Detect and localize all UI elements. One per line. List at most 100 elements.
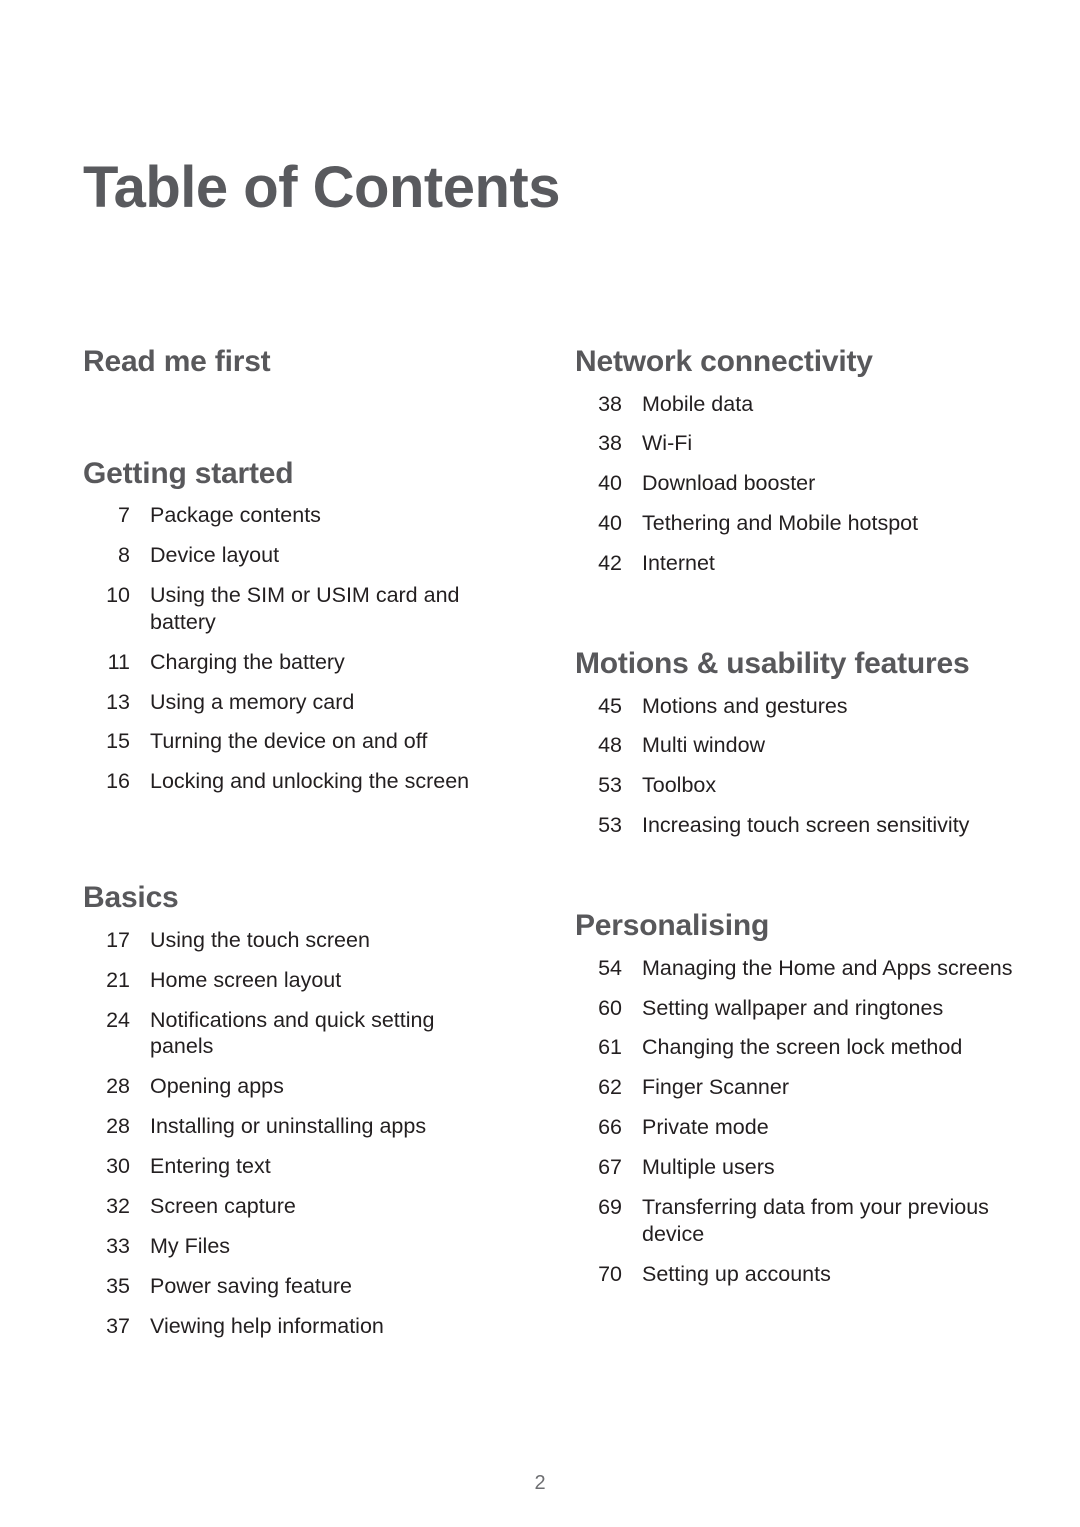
section-heading-motions-usability-features[interactable]: Motions & usability features: [575, 577, 1040, 681]
toc-entry-title: Locking and unlocking the screen: [150, 769, 470, 794]
toc-entry-page: 38: [598, 391, 622, 416]
toc-entry[interactable]: 33 My Files: [83, 1233, 490, 1260]
toc-entry[interactable]: 69 Transferring data from your previous …: [575, 1194, 1040, 1248]
toc-entry[interactable]: 37 Viewing help information: [83, 1313, 490, 1340]
toc-entry-page: 40: [598, 511, 622, 536]
toc-entry-title: Multi window: [642, 733, 766, 758]
toc-entry[interactable]: 15 Turning the device on and off: [83, 728, 490, 755]
toc-entry-page: 45: [598, 693, 622, 718]
toc-entry[interactable]: 7 Package contents: [83, 502, 490, 529]
toc-entry-title: Finger Scanner: [642, 1075, 789, 1100]
toc-entry[interactable]: 28 Opening apps: [83, 1073, 490, 1100]
toc-entry-page: 62: [598, 1075, 622, 1100]
toc-entry-page: 8: [118, 543, 130, 568]
toc-entry-list-getting-started: 7 Package contents 8 Device layout 10 Us…: [83, 490, 490, 795]
toc-entry-page: 7: [118, 503, 130, 528]
toc-entry[interactable]: 40 Tethering and Mobile hotspot: [575, 510, 1040, 537]
toc-entry-page: 60: [598, 995, 622, 1020]
toc-entry-title: Multiple users: [642, 1155, 775, 1180]
document-page: Table of Contents Read me first Getting …: [0, 0, 1080, 1527]
toc-entry[interactable]: 53 Increasing touch screen sensitivity: [575, 812, 1040, 839]
toc-entry[interactable]: 32 Screen capture: [83, 1193, 490, 1220]
toc-entry[interactable]: 38 Mobile data: [575, 391, 1040, 418]
section-heading-network-connectivity[interactable]: Network connectivity: [575, 345, 1040, 379]
toc-entry-title: Viewing help information: [150, 1313, 384, 1338]
toc-entry-list-personalising: 54 Managing the Home and Apps screens 60…: [575, 943, 1040, 1288]
toc-entry-title: Download booster: [642, 471, 816, 496]
toc-entry[interactable]: 24 Notifications and quick setting panel…: [83, 1007, 490, 1061]
toc-entry-title: Toolbox: [642, 773, 717, 798]
toc-entry-page: 28: [106, 1114, 130, 1139]
toc-entry[interactable]: 70 Setting up accounts: [575, 1261, 1040, 1288]
toc-entry-page: 15: [106, 729, 130, 754]
toc-entry[interactable]: 53 Toolbox: [575, 772, 1040, 799]
toc-entry-page: 21: [106, 967, 130, 992]
toc-entry[interactable]: 66 Private mode: [575, 1114, 1040, 1141]
toc-entry-title: Power saving feature: [150, 1273, 352, 1298]
toc-entry-title: Wi-Fi: [642, 431, 693, 456]
toc-entry-title: Transferring data from your previous dev…: [642, 1194, 989, 1246]
toc-entry-title: Setting wallpaper and ringtones: [642, 995, 944, 1020]
toc-entry-title: Managing the Home and Apps screens: [642, 955, 1013, 980]
toc-entry[interactable]: 16 Locking and unlocking the screen: [83, 768, 490, 795]
toc-entry-page: 16: [106, 769, 130, 794]
toc-entry[interactable]: 38 Wi-Fi: [575, 430, 1040, 457]
section-heading-personalising[interactable]: Personalising: [575, 839, 1040, 943]
toc-entry-title: Motions and gestures: [642, 693, 848, 718]
toc-entry[interactable]: 54 Managing the Home and Apps screens: [575, 955, 1040, 982]
section-heading-basics[interactable]: Basics: [83, 795, 490, 915]
toc-entry-page: 54: [598, 955, 622, 980]
toc-entry-title: Installing or uninstalling apps: [150, 1114, 427, 1139]
toc-entry-page: 30: [106, 1154, 130, 1179]
toc-column-right: Network connectivity 38 Mobile data 38 W…: [500, 345, 1080, 1288]
toc-entry[interactable]: 21 Home screen layout: [83, 967, 490, 994]
toc-entry-page: 67: [598, 1155, 622, 1180]
toc-entry[interactable]: 30 Entering text: [83, 1153, 490, 1180]
toc-entry-page: 42: [598, 551, 622, 576]
toc-entry-title: Screen capture: [150, 1193, 296, 1218]
page-title: Table of Contents: [83, 154, 560, 220]
toc-entry[interactable]: 60 Setting wallpaper and ringtones: [575, 995, 1040, 1022]
toc-entry[interactable]: 17 Using the touch screen: [83, 927, 490, 954]
toc-entry-page: 48: [598, 733, 622, 758]
toc-entry-list-network-connectivity: 38 Mobile data 38 Wi-Fi 40 Download boos…: [575, 379, 1040, 577]
toc-entry-page: 53: [598, 813, 622, 838]
toc-entry-list-motions-usability-features: 45 Motions and gestures 48 Multi window …: [575, 681, 1040, 840]
toc-entry-title: Setting up accounts: [642, 1261, 831, 1286]
toc-entry-page: 70: [598, 1261, 622, 1286]
toc-entry-page: 53: [598, 773, 622, 798]
toc-entry-page: 32: [106, 1193, 130, 1218]
toc-entry-title: Device layout: [150, 543, 280, 568]
toc-section-getting-started: Getting started 7 Package contents 8 Dev…: [83, 379, 490, 796]
toc-entry[interactable]: 35 Power saving feature: [83, 1273, 490, 1300]
toc-entry-title: Home screen layout: [150, 967, 342, 992]
toc-entry[interactable]: 48 Multi window: [575, 732, 1040, 759]
toc-entry-list-basics: 17 Using the touch screen 21 Home screen…: [83, 915, 490, 1340]
toc-entry-title: Using the touch screen: [150, 927, 370, 952]
toc-entry[interactable]: 42 Internet: [575, 550, 1040, 577]
toc-entry[interactable]: 28 Installing or uninstalling apps: [83, 1113, 490, 1140]
toc-entry[interactable]: 40 Download booster: [575, 470, 1040, 497]
toc-entry-page: 10: [106, 582, 130, 607]
section-heading-read-me-first[interactable]: Read me first: [83, 345, 490, 379]
toc-entry-page: 24: [106, 1007, 130, 1032]
toc-entry-page: 40: [598, 471, 622, 496]
toc-entry-title: Private mode: [642, 1115, 769, 1140]
toc-entry[interactable]: 10 Using the SIM or USIM card and batter…: [83, 582, 490, 636]
toc-entry[interactable]: 61 Changing the screen lock method: [575, 1034, 1040, 1061]
toc-entry[interactable]: 62 Finger Scanner: [575, 1074, 1040, 1101]
section-heading-getting-started[interactable]: Getting started: [83, 379, 490, 491]
toc-entry[interactable]: 11 Charging the battery: [83, 649, 490, 676]
toc-section-read-me-first: Read me first: [83, 345, 490, 379]
toc-section-basics: Basics 17 Using the touch screen 21 Home…: [83, 795, 490, 1339]
toc-entry[interactable]: 8 Device layout: [83, 542, 490, 569]
toc-entry[interactable]: 13 Using a memory card: [83, 689, 490, 716]
toc-entry-page: 61: [598, 1035, 622, 1060]
toc-entry-page: 11: [107, 649, 130, 674]
toc-entry[interactable]: 67 Multiple users: [575, 1154, 1040, 1181]
toc-entry[interactable]: 45 Motions and gestures: [575, 693, 1040, 720]
toc-entry-title: Entering text: [150, 1154, 271, 1179]
toc-entry-title: Package contents: [150, 503, 321, 528]
toc-entry-page: 38: [598, 431, 622, 456]
toc-entry-page: 69: [598, 1194, 622, 1219]
